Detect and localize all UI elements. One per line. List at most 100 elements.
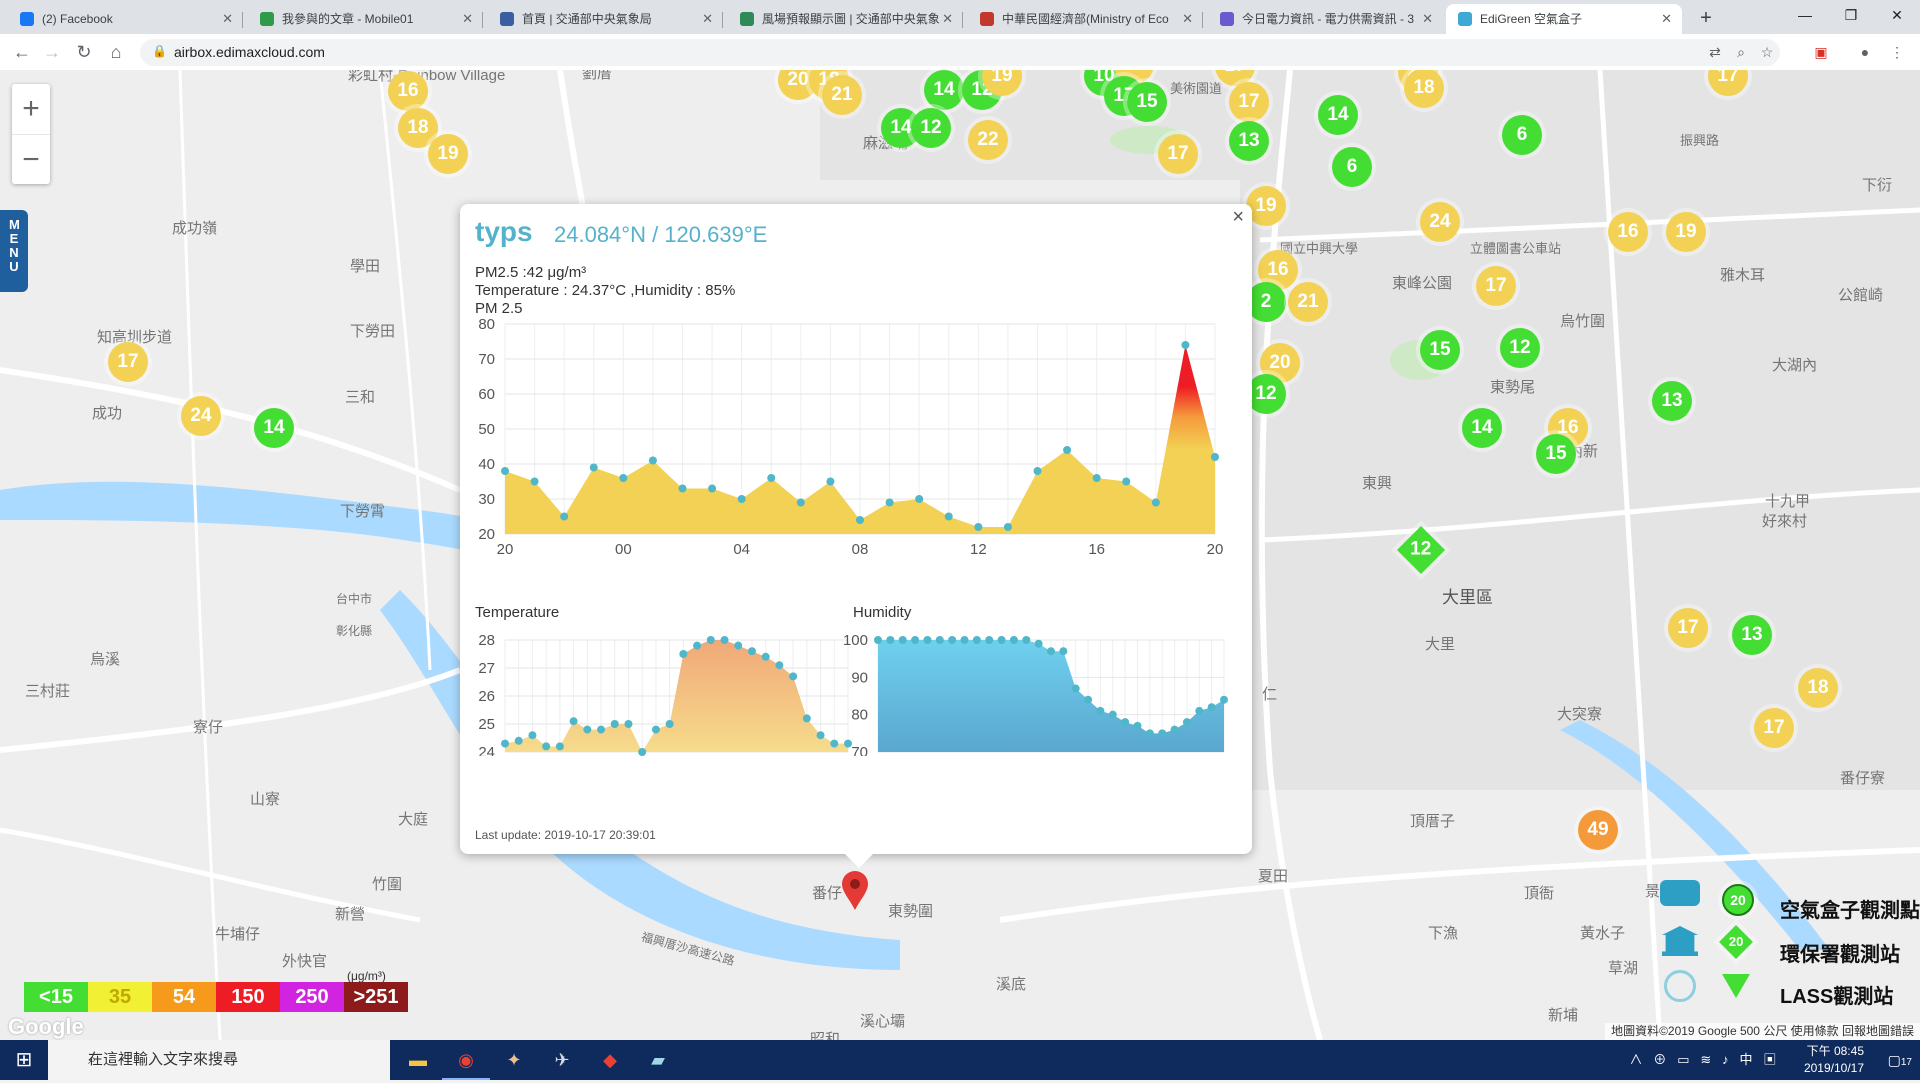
keyboard-icon[interactable]: ▣	[1763, 1052, 1776, 1067]
close-tab-icon[interactable]: ✕	[462, 4, 473, 34]
extension-icon[interactable]: ▣	[1812, 43, 1830, 61]
close-tab-icon[interactable]: ✕	[942, 4, 953, 34]
windows-start-icon[interactable]: ⊞	[0, 1040, 48, 1080]
airbox-marker[interactable]: 14	[1462, 408, 1502, 448]
restore-icon[interactable]: ❐	[1828, 0, 1874, 30]
airbox-marker[interactable]: 12	[911, 108, 951, 148]
airbox-marker[interactable]: 17	[1476, 266, 1516, 306]
airbox-marker[interactable]: 15	[1127, 82, 1167, 122]
tab-mobile01[interactable]: 我參與的文章 - Mobile01 ✕	[248, 4, 483, 34]
translate-icon[interactable]: ⇄	[1706, 43, 1724, 61]
marker-value: 19	[1675, 221, 1697, 242]
file-explorer-icon[interactable]: ▬	[394, 1040, 442, 1080]
chrome-icon[interactable]: ◉	[442, 1040, 490, 1080]
airbox-marker[interactable]: 24	[1420, 202, 1460, 242]
airbox-marker[interactable]: 12	[1246, 374, 1286, 414]
airbox-marker[interactable]: 6	[1332, 147, 1372, 187]
data-point	[915, 495, 924, 503]
data-point	[1063, 446, 1072, 454]
place-label: 仁	[1262, 686, 1278, 703]
airbox-marker[interactable]: 2	[1246, 282, 1286, 322]
airbox-marker[interactable]: 16	[388, 71, 428, 111]
data-point	[678, 484, 687, 493]
chrome-menu-icon[interactable]: ⋮	[1888, 43, 1906, 61]
close-tab-icon[interactable]: ✕	[1661, 4, 1672, 34]
close-tab-icon[interactable]: ✕	[1422, 4, 1433, 34]
ime-indicator[interactable]: 中	[1740, 1052, 1753, 1067]
close-tab-icon[interactable]: ✕	[702, 4, 713, 34]
location-pin-icon[interactable]	[840, 870, 870, 910]
airbox-marker[interactable]: 17	[108, 342, 148, 382]
volume-icon[interactable]: ♪	[1722, 1052, 1729, 1067]
zoom-out-button[interactable]: −	[12, 135, 50, 185]
airbox-marker[interactable]: 22	[968, 120, 1008, 160]
airbox-marker[interactable]: 17	[1754, 708, 1794, 748]
reload-icon[interactable]: ↻	[72, 40, 96, 64]
airbox-marker[interactable]: 13	[1229, 121, 1269, 161]
close-popup-button[interactable]: ×	[1232, 206, 1244, 229]
tray-chevron-icon[interactable]: ∧	[1630, 1052, 1643, 1067]
taskbar-search-box[interactable]: ⌕ 在這裡輸入文字來搜尋	[48, 1040, 390, 1080]
airbox-marker[interactable]: 19	[1666, 212, 1706, 252]
airbox-marker[interactable]: 19	[428, 134, 468, 174]
network-icon[interactable]: ⊕	[1653, 1052, 1666, 1067]
zoom-icon[interactable]: ⌕	[1732, 43, 1750, 61]
airbox-marker[interactable]: 16	[1608, 212, 1648, 252]
marker-value: 20	[787, 70, 809, 90]
airbox-marker[interactable]: 18	[1798, 668, 1838, 708]
marker-value: 20	[1269, 352, 1291, 373]
map-attribution[interactable]: 地圖資料©2019 Google 500 公尺 使用條款 回報地圖錯誤	[1605, 1023, 1920, 1040]
marker-value: 49	[1587, 819, 1609, 840]
airbox-marker[interactable]: 21	[822, 75, 862, 115]
tab-cwb[interactable]: 首頁 | 交通部中央氣象局 ✕	[488, 4, 723, 34]
menu-button[interactable]: MENU	[0, 210, 28, 292]
airbox-marker[interactable]: 13	[1732, 615, 1772, 655]
airbox-marker[interactable]: 12	[1500, 328, 1540, 368]
new-tab-icon[interactable]: +	[1692, 4, 1720, 32]
airbox-marker[interactable]: 21	[1288, 282, 1328, 322]
close-tab-icon[interactable]: ✕	[1182, 4, 1193, 34]
app-icon[interactable]: ✈	[538, 1040, 586, 1080]
tab-edigreen[interactable]: EdiGreen 空氣盒子 ✕	[1446, 4, 1682, 34]
airbox-marker[interactable]: 24	[181, 396, 221, 436]
bookmark-star-icon[interactable]: ☆	[1758, 43, 1776, 61]
airbox-marker[interactable]: 19	[1246, 186, 1286, 226]
marker-value: 19	[437, 143, 459, 164]
address-bar[interactable]: 🔒 airbox.edimaxcloud.com ⇄ ⌕ ☆	[140, 39, 1780, 66]
airbox-marker[interactable]: 14	[924, 70, 964, 110]
tab-wind-forecast[interactable]: 風場預報顯示圖 | 交通部中央氣象 ✕	[728, 4, 963, 34]
minimize-icon[interactable]: —	[1782, 0, 1828, 30]
map-canvas[interactable]: 彩虹村-Rainbow Village 劉厝 成功嶺 學田 下勞田 三和 成功 …	[0, 70, 1920, 1040]
airbox-marker[interactable]: 6	[1502, 115, 1542, 155]
wifi-icon[interactable]: ≋	[1700, 1052, 1711, 1067]
app-icon[interactable]: ▰	[634, 1040, 682, 1080]
zoom-in-button[interactable]: +	[12, 84, 50, 135]
data-point	[747, 647, 756, 656]
y-tick-label: 20	[478, 526, 495, 543]
home-icon[interactable]: ⌂	[104, 40, 128, 64]
close-tab-icon[interactable]: ✕	[222, 4, 233, 34]
back-arrow-icon[interactable]: ←	[10, 40, 34, 64]
airbox-marker[interactable]: 17	[1229, 82, 1269, 122]
airbox-marker[interactable]: 15	[1420, 330, 1460, 370]
tab-moea[interactable]: 中華民國經濟部(Ministry of Eco ✕	[968, 4, 1203, 34]
y-tick-label: 28	[478, 632, 495, 649]
app-icon[interactable]: ✦	[490, 1040, 538, 1080]
tab-power-info[interactable]: 今日電力資訊 - 電力供需資訊 - 3 ✕	[1208, 4, 1443, 34]
airbox-marker[interactable]: 17	[1158, 134, 1198, 174]
close-window-icon[interactable]: ✕	[1874, 0, 1920, 30]
airbox-marker[interactable]: 14	[254, 408, 294, 448]
airbox-marker[interactable]: 49	[1578, 810, 1618, 850]
airbox-marker[interactable]: 14	[1318, 95, 1358, 135]
edigreen-favicon-icon	[1458, 12, 1472, 26]
airbox-marker[interactable]: 17	[1668, 608, 1708, 648]
tab-facebook[interactable]: (2) Facebook ✕	[8, 4, 243, 34]
airbox-marker[interactable]: 13	[1652, 381, 1692, 421]
app-icon[interactable]: ◆	[586, 1040, 634, 1080]
battery-icon[interactable]: ▭	[1677, 1052, 1689, 1067]
account-icon[interactable]: ●	[1856, 43, 1874, 61]
notification-icon[interactable]: ▢17	[1888, 1040, 1912, 1083]
forward-arrow-icon[interactable]: →	[40, 40, 64, 64]
clock[interactable]: 下午 08:45 2019/10/17	[1804, 1043, 1864, 1077]
airbox-marker[interactable]: 15	[1536, 434, 1576, 474]
